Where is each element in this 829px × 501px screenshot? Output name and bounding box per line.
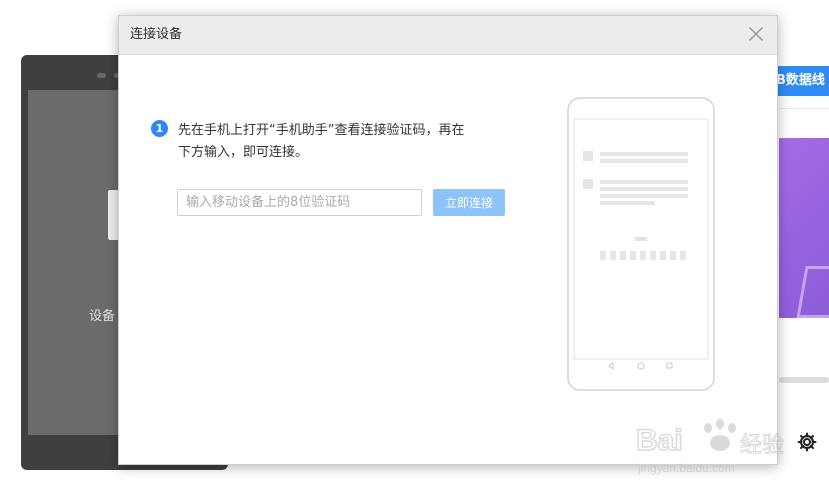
baidu-jingyan-watermark: Bai 经验 jingyan.baidu.com <box>635 410 786 490</box>
device-status-text: 设备 <box>89 309 116 324</box>
dialog-header: 连接设备 <box>119 16 777 55</box>
close-icon[interactable] <box>747 25 765 43</box>
svg-text:jingyan.baidu.com: jingyan.baidu.com <box>637 461 735 475</box>
promo-banner[interactable] <box>779 138 829 318</box>
banner-logo-icon <box>796 266 829 318</box>
svg-text:Bai: Bai <box>636 424 683 457</box>
divider <box>779 108 829 109</box>
svg-text:经验: 经验 <box>740 433 784 458</box>
gear-icon[interactable] <box>796 432 818 454</box>
instruction-text: 先在手机上打开“手机助手”查看连接验证码，再在 下方输入，即可连接。 <box>178 120 508 164</box>
connect-device-dialog: 连接设备 1 先在手机上打开“手机助手”查看连接验证码，再在 下方输入，即可连接… <box>118 15 778 465</box>
verification-code-input[interactable] <box>177 189 422 216</box>
step-number-badge: 1 <box>151 120 168 137</box>
instruction-line-1: 先在手机上打开“手机助手”查看连接验证码，再在 <box>178 123 465 138</box>
connect-now-button[interactable]: 立即连接 <box>433 189 505 216</box>
usb-connect-tab[interactable]: B数据线 <box>772 66 829 96</box>
progress-bar <box>779 377 829 383</box>
instruction-line-2: 下方输入，即可连接。 <box>178 145 309 160</box>
phone-illustration <box>567 97 715 391</box>
dialog-title: 连接设备 <box>130 27 183 42</box>
